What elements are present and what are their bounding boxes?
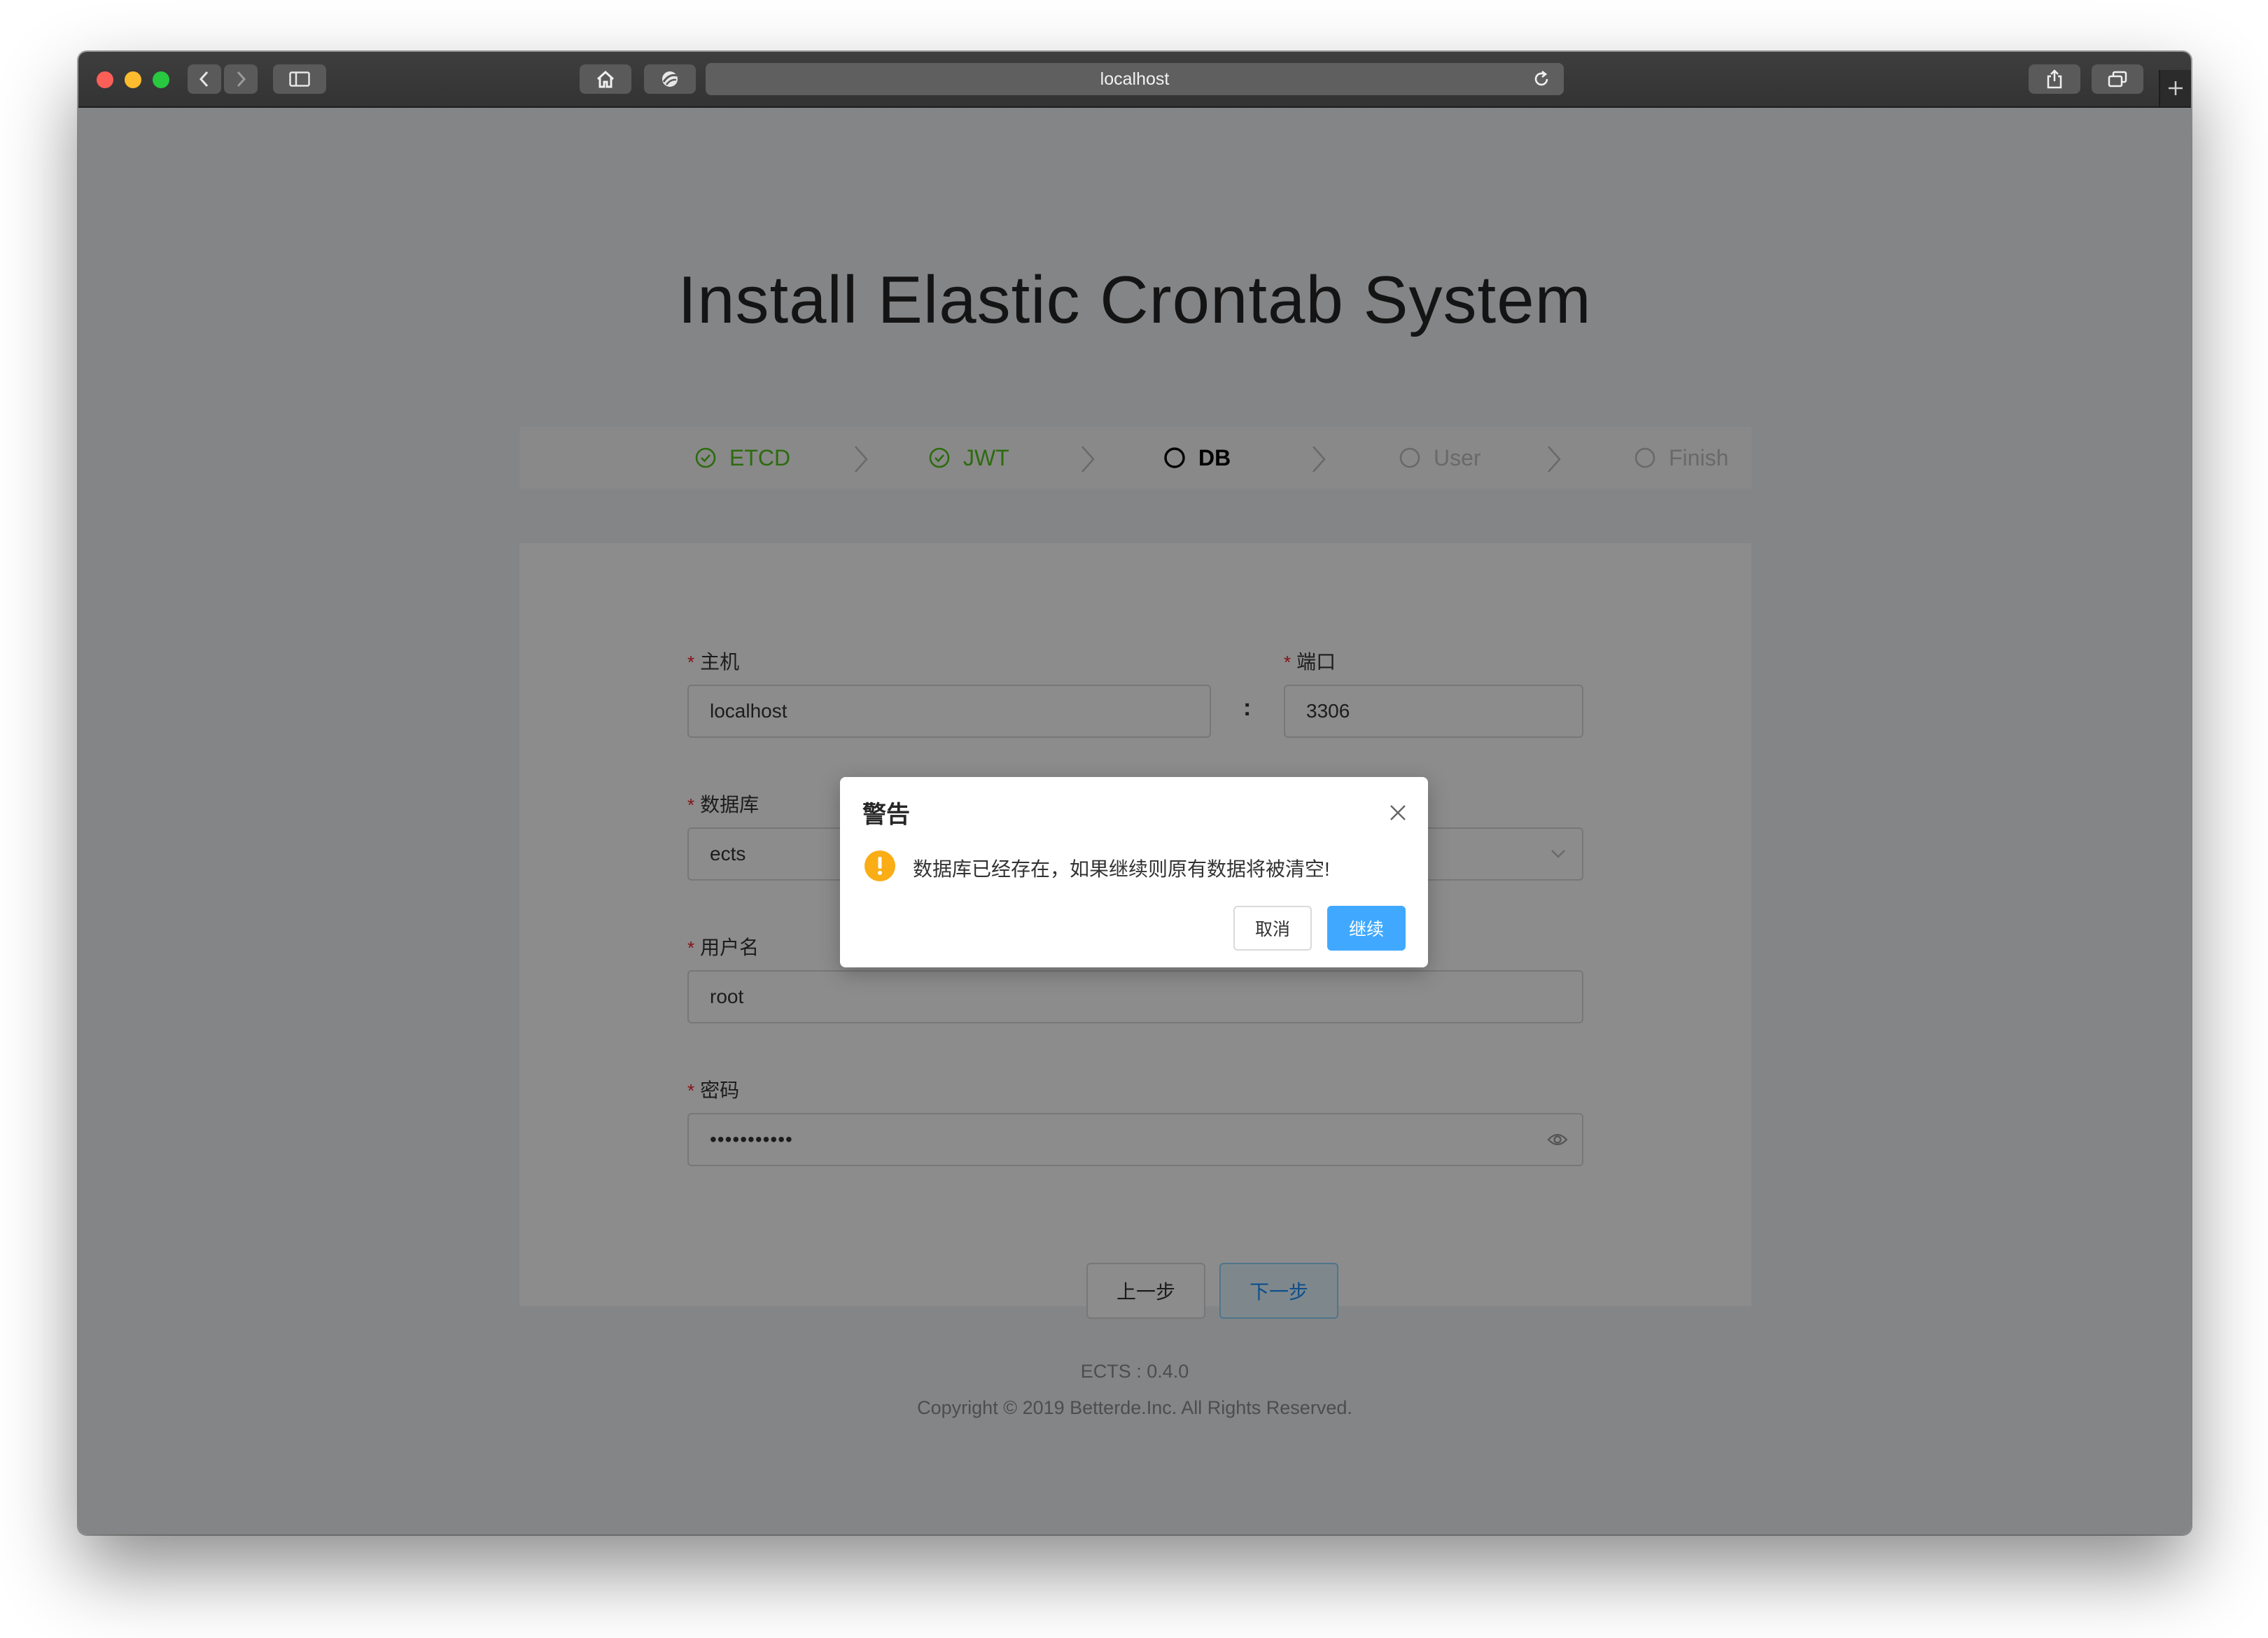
tabs-overview-button[interactable] bbox=[2092, 64, 2143, 94]
dialog-title: 警告 bbox=[862, 802, 910, 828]
tabs-icon bbox=[2108, 71, 2127, 88]
close-window-button[interactable] bbox=[97, 71, 113, 88]
reload-icon[interactable] bbox=[1532, 69, 1551, 89]
cancel-button[interactable]: 取消 bbox=[1233, 906, 1312, 951]
page-content: Install Elastic Crontab System ETCD JWT … bbox=[78, 108, 2191, 1534]
browser-window: localhost Install Elastic Crontab System… bbox=[78, 52, 2191, 1534]
new-tab-button[interactable] bbox=[2159, 70, 2191, 106]
home-button[interactable] bbox=[580, 64, 631, 94]
extension-icon bbox=[662, 71, 678, 87]
maximize-window-button[interactable] bbox=[153, 71, 169, 88]
plus-icon bbox=[2169, 81, 2183, 95]
url-text: localhost bbox=[1100, 69, 1170, 89]
back-button[interactable] bbox=[188, 64, 221, 94]
share-button[interactable] bbox=[2029, 64, 2080, 94]
warning-dialog: 警告 数据库已经存在，如果继续则原有数据将被清空! 取消 继续 bbox=[840, 777, 1428, 967]
close-icon[interactable] bbox=[1389, 804, 1407, 822]
exclamation-circle-icon bbox=[864, 850, 895, 881]
chevron-right-icon bbox=[237, 71, 246, 88]
chevron-left-icon bbox=[199, 71, 209, 88]
sidebar-icon bbox=[289, 71, 310, 87]
extension-button[interactable] bbox=[644, 64, 696, 94]
home-icon bbox=[596, 70, 615, 88]
share-icon bbox=[2047, 69, 2062, 89]
minimize-window-button[interactable] bbox=[125, 71, 141, 88]
continue-button[interactable]: 继续 bbox=[1327, 906, 1406, 951]
address-bar[interactable]: localhost bbox=[706, 63, 1564, 95]
sidebar-toggle-button[interactable] bbox=[273, 64, 326, 94]
forward-button[interactable] bbox=[224, 64, 258, 94]
browser-toolbar: localhost bbox=[78, 52, 2191, 108]
dialog-message: 数据库已经存在，如果继续则原有数据将被清空! bbox=[913, 858, 1330, 880]
